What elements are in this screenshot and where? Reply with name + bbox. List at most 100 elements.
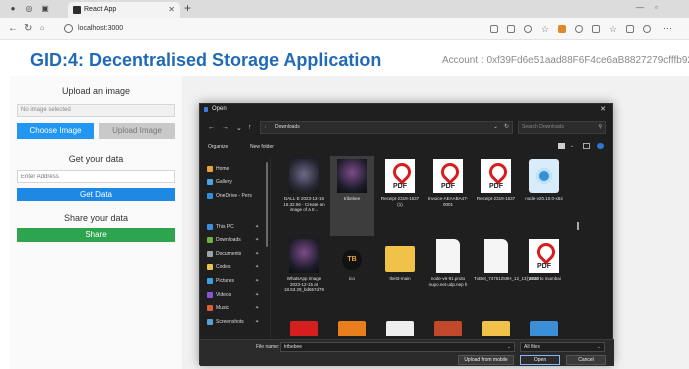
path-refresh-icon[interactable]: ↻ xyxy=(504,122,509,133)
choose-image-button[interactable]: Choose Image xyxy=(17,123,94,139)
file-item-partial[interactable] xyxy=(482,321,510,336)
home-icon[interactable]: ⌂ xyxy=(40,23,44,35)
file-item[interactable]: tribebee xyxy=(330,156,374,236)
extensions-icon[interactable] xyxy=(575,25,583,33)
more-menu-icon[interactable]: ⋯ xyxy=(663,24,672,33)
file-item[interactable]: DALL·E 2023-12-16 16.32.56 - Create an i… xyxy=(282,156,326,236)
tab-actions-icon[interactable]: ▣ xyxy=(40,4,50,14)
help-icon[interactable] xyxy=(597,143,604,149)
collections-icon[interactable] xyxy=(626,25,634,33)
browser-address-bar: ← ↻ ⌂ localhost:3000 ☆ ☆ ⋯ xyxy=(0,18,689,40)
read-aloud-icon[interactable] xyxy=(507,25,515,33)
site-info-icon[interactable] xyxy=(64,24,73,33)
nav-item[interactable]: Home xyxy=(207,164,229,174)
dialog-path-bar[interactable]: ↓ Downloads ⌄ ↻ xyxy=(260,121,513,134)
file-item[interactable]: WhatsApp Image 2023-12-15 at 18.53.29_bd… xyxy=(282,236,326,316)
preview-pane-icon[interactable] xyxy=(583,143,590,149)
file-item-label: home to mumbai xyxy=(527,276,561,281)
favorite-star-icon[interactable]: ☆ xyxy=(541,25,549,34)
app-available-icon[interactable] xyxy=(490,25,498,33)
profile-icon[interactable]: ● xyxy=(8,4,18,14)
view-dropdown-icon[interactable]: ⌄ xyxy=(570,143,577,149)
file-item[interactable]: node-v6-91.proto nupo.net.udp.nep h xyxy=(426,236,470,316)
split-screen-icon[interactable] xyxy=(592,25,600,33)
folder-icon xyxy=(385,246,415,272)
download-path-icon: ↓ xyxy=(264,124,267,130)
zoom-icon[interactable] xyxy=(524,25,532,33)
file-item-label: tribebee xyxy=(343,196,361,201)
nav-item[interactable]: Videos ✦ xyxy=(207,290,259,300)
organize-menu[interactable]: Organize xyxy=(208,144,228,150)
pictures-icon xyxy=(207,278,213,284)
nav-item-label: Documents xyxy=(216,251,242,257)
open-button[interactable]: Open xyxy=(520,355,560,365)
browser-essentials-icon[interactable] xyxy=(643,25,651,33)
disc-shape xyxy=(536,168,552,184)
file-item-label: ico xyxy=(349,276,355,281)
new-tab-icon[interactable]: + xyxy=(184,1,191,15)
pdf-file-icon: PDF xyxy=(481,159,511,193)
nav-item[interactable]: OneDrive - Pers xyxy=(207,191,252,201)
share-button[interactable]: Share xyxy=(17,228,175,242)
file-item[interactable]: TB ico xyxy=(330,236,374,316)
file-grid-scrollbar[interactable] xyxy=(577,222,579,230)
nav-item[interactable]: Music ✦ xyxy=(207,303,259,313)
pc-icon xyxy=(207,224,213,230)
file-item[interactable]: PDF Receipt-2319-1537 (1) xyxy=(378,156,422,236)
pin-icon: ✦ xyxy=(255,292,260,298)
file-item-partial[interactable] xyxy=(338,321,366,336)
file-item-partial[interactable] xyxy=(434,321,462,336)
file-item-partial[interactable] xyxy=(530,321,558,336)
url-field[interactable]: localhost:3000 xyxy=(60,22,530,36)
file-type-select[interactable]: All files ⌄ xyxy=(520,342,605,352)
metamask-extension-icon[interactable] xyxy=(558,25,566,33)
file-item[interactable]: PDF home to mumbai xyxy=(522,236,566,316)
videos-icon xyxy=(207,292,213,298)
address-input[interactable] xyxy=(17,170,175,183)
nav-item[interactable]: Codes ✦ xyxy=(207,262,259,272)
refresh-icon[interactable]: ↻ xyxy=(24,23,32,35)
file-item[interactable]: PDF Invoice-AEAABA47-0001 xyxy=(426,156,470,236)
file-item[interactable]: node-v20.10.0-x64 xyxy=(522,156,566,236)
cancel-button[interactable]: Cancel xyxy=(566,355,606,365)
file-name-input[interactable]: tribebee ⌄ xyxy=(280,342,515,352)
view-mode-icon[interactable] xyxy=(558,143,565,149)
file-item[interactable]: PDF Receipt-2319-1537 xyxy=(474,156,518,236)
file-item-partial[interactable] xyxy=(386,321,414,336)
nav-item-label: Codes xyxy=(216,264,231,270)
nav-item[interactable]: Pictures ✦ xyxy=(207,276,259,286)
pin-icon: ✦ xyxy=(255,278,260,284)
dialog-up-icon[interactable]: ↑ xyxy=(248,124,252,131)
nav-item[interactable]: Screenshots ✦ xyxy=(207,317,259,327)
dialog-search-box[interactable]: Search Downloads ⚲ xyxy=(518,121,606,134)
file-item-partial[interactable] xyxy=(290,321,318,336)
upload-image-button[interactable]: Upload Image xyxy=(99,123,175,139)
workspaces-icon[interactable]: ◎ xyxy=(24,4,34,14)
nav-item[interactable]: Downloads ✦ xyxy=(207,235,259,245)
maximize-icon[interactable]: ▫ xyxy=(655,3,658,12)
nav-item[interactable]: Documents ✦ xyxy=(207,249,259,259)
close-tab-icon[interactable]: ✕ xyxy=(168,2,175,18)
back-icon[interactable]: ← xyxy=(8,23,18,35)
minimize-icon[interactable]: — xyxy=(636,3,644,12)
get-data-button[interactable]: Get Data xyxy=(17,188,175,201)
dialog-forward-icon[interactable]: → xyxy=(222,124,229,131)
file-grid: DALL·E 2023-12-16 16.32.56 - Create an i… xyxy=(276,156,606,336)
dialog-close-icon[interactable]: ✕ xyxy=(600,105,606,113)
dialog-back-icon[interactable]: ← xyxy=(208,124,215,131)
file-item[interactable]: TxBet_74761259H_12_13_2023 xyxy=(474,236,539,316)
folder-icon xyxy=(207,264,213,270)
nav-item-label: OneDrive - Pers xyxy=(216,193,252,199)
path-dropdown-icon[interactable]: ⌄ xyxy=(493,122,498,133)
upload-from-mobile-button[interactable]: Upload from mobile xyxy=(458,355,514,365)
favorites-icon[interactable]: ☆ xyxy=(609,25,617,34)
file-item[interactable]: Ibet3-main xyxy=(378,236,422,316)
nav-item[interactable]: This PC ✦ xyxy=(207,222,259,232)
nav-pane-scrollbar[interactable] xyxy=(266,162,268,247)
share-heading: Share your data xyxy=(63,213,129,223)
new-folder-button[interactable]: New folder xyxy=(250,144,274,150)
browser-tab[interactable]: React App ✕ xyxy=(68,2,180,18)
dialog-recent-icon[interactable]: ⌄ xyxy=(236,124,242,132)
nav-item[interactable]: Gallery xyxy=(207,177,232,187)
file-name-dropdown-icon[interactable]: ⌄ xyxy=(507,343,511,351)
